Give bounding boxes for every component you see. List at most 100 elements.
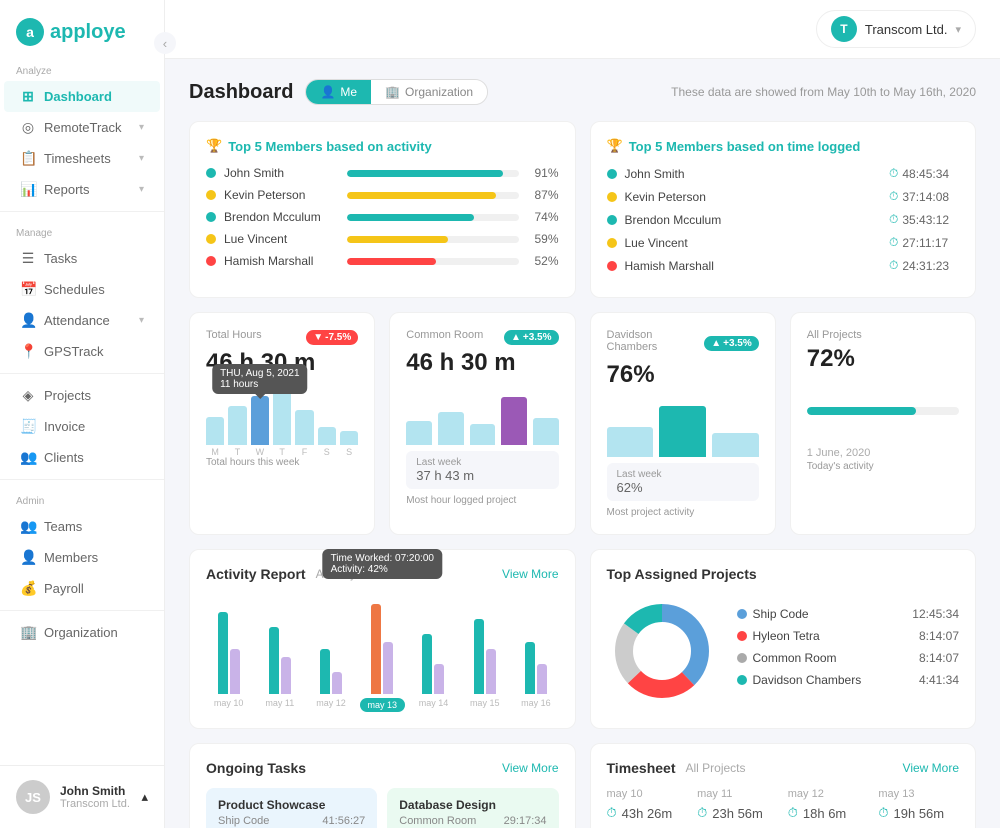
sidebar-item-attendance[interactable]: 👤 Attendance ▾ — [4, 305, 160, 336]
activity-member-row: Kevin Peterson 87% — [206, 188, 559, 202]
timesheet-view-more[interactable]: View More — [903, 761, 959, 775]
sidebar-item-projects[interactable]: ◈ Projects — [4, 380, 160, 411]
sidebar-item-tasks[interactable]: ☰ Tasks — [4, 243, 160, 274]
timesheet-cell: may 10 ⏱ 43h 26m — [607, 788, 688, 821]
member-bar-track — [347, 170, 519, 177]
davidson-sublabel-top: Last week — [617, 469, 749, 480]
ts-date: may 11 — [697, 788, 778, 800]
tasks-view-more[interactable]: View More — [502, 761, 558, 775]
member-bar-fill — [347, 192, 497, 199]
sidebar-item-schedules[interactable]: 📅 Schedules — [4, 274, 160, 305]
purple-bar — [281, 657, 291, 695]
dashboard-icon: ⊞ — [20, 88, 36, 105]
tab-me[interactable]: 👤 Me — [306, 80, 371, 104]
sidebar-item-members[interactable]: 👤 Members — [4, 542, 160, 573]
member-dot — [206, 190, 216, 200]
sidebar-label-dashboard: Dashboard — [44, 89, 112, 104]
bar-pair — [462, 594, 507, 694]
all-projects-date: 1 June, 2020 — [807, 447, 959, 459]
task-time: 41:56:27 — [322, 815, 365, 827]
all-projects-value: 72% — [807, 345, 959, 373]
clients-icon: 👥 — [20, 449, 36, 466]
legend-time: 8:14:07 — [919, 629, 959, 643]
timesheet-header: Timesheet All Projects View More — [607, 760, 960, 776]
user-profile[interactable]: JS John Smith Transcom Ltd. ▴ — [0, 765, 164, 828]
ts-time: ⏱ 23h 56m — [697, 805, 778, 821]
sidebar-item-gpstrack[interactable]: 📍 GPSTrack — [4, 336, 160, 367]
bottom-row: Ongoing Tasks View More Product Showcase… — [189, 743, 976, 828]
sidebar-item-reports[interactable]: 📊 Reports ▾ — [4, 174, 160, 205]
legend-dot — [737, 675, 747, 685]
ts-time: ⏱ 43h 26m — [607, 805, 688, 821]
member-time: ⏱ 24:31:23 — [889, 258, 959, 273]
legend-dot — [737, 609, 747, 619]
purple-bar — [434, 664, 444, 694]
ongoing-tasks-card: Ongoing Tasks View More Product Showcase… — [189, 743, 576, 828]
chevron-reports-icon: ▾ — [139, 184, 144, 195]
sidebar-item-payroll[interactable]: 💰 Payroll — [4, 573, 160, 604]
task-time: 29:17:34 — [504, 815, 547, 827]
member-name: John Smith — [625, 167, 882, 181]
clock-icon: ⏱ — [788, 805, 798, 821]
time-member-row: Brendon Mcculum ⏱ 35:43:12 — [607, 212, 960, 227]
member-name: Lue Vincent — [625, 236, 882, 250]
activity-view-more[interactable]: View More — [502, 567, 558, 581]
view-tabs: 👤 Me 🏢 Organization — [305, 79, 488, 105]
chart-label: may 13 — [360, 698, 405, 712]
member-bar-track — [347, 192, 519, 199]
sidebar-item-remotetrack[interactable]: ◎ RemoteTrack ▾ — [4, 112, 160, 143]
bar-pair — [206, 594, 251, 694]
sidebar-item-teams[interactable]: 👥 Teams — [4, 511, 160, 542]
ongoing-tasks-header: Ongoing Tasks View More — [206, 760, 559, 776]
sidebar-label-clients: Clients — [44, 450, 84, 465]
topbar: T Transcom Ltd. ▾ — [165, 0, 1000, 59]
sidebar-label-tasks: Tasks — [44, 251, 77, 266]
member-name: Hamish Marshall — [224, 254, 339, 268]
activity-member-row: John Smith 91% — [206, 166, 559, 180]
task-grid: Product Showcase Ship Code 41:56:27 Data… — [206, 788, 559, 828]
timesheet-title: Timesheet — [607, 760, 676, 776]
activity-member-row: Lue Vincent 59% — [206, 232, 559, 246]
legend-name: Hyleon Tetra — [753, 629, 820, 643]
activity-chart-container: Time Worked: 07:20:00Activity: 42% may 1… — [206, 594, 559, 712]
activity-tooltip: Time Worked: 07:20:00Activity: 42% — [323, 549, 442, 579]
tab-organization[interactable]: 🏢 Organization — [371, 80, 487, 104]
ts-date: may 12 — [788, 788, 869, 800]
davidson-subvalue: 62% — [617, 480, 749, 495]
user-chevron-icon: ▴ — [141, 789, 148, 805]
sidebar-label-members: Members — [44, 550, 98, 565]
davidson-label: Davidson Chambers — [607, 329, 705, 353]
bar-pair — [411, 594, 456, 694]
sidebar-item-invoice[interactable]: 🧾 Invoice — [4, 411, 160, 442]
sidebar-label-timesheets: Timesheets — [44, 151, 111, 166]
member-pct: 87% — [527, 188, 559, 202]
payroll-icon: 💰 — [20, 580, 36, 597]
purple-bar — [486, 649, 496, 694]
legend-row: Common Room 8:14:07 — [737, 651, 960, 665]
sidebar-label-invoice: Invoice — [44, 419, 85, 434]
sidebar-item-timesheets[interactable]: 📋 Timesheets ▾ — [4, 143, 160, 174]
up-arrow-icon: ▲ — [511, 332, 521, 343]
schedules-icon: 📅 — [20, 281, 36, 298]
gpstrack-icon: 📍 — [20, 343, 36, 360]
common-room-subvalue: 37 h 43 m — [416, 468, 548, 483]
legend-dot — [737, 653, 747, 663]
task-project: Ship Code — [218, 815, 269, 827]
ts-date: may 10 — [607, 788, 688, 800]
clock-icon: ⏱ — [889, 212, 898, 227]
member-dot — [206, 256, 216, 266]
teal-bar — [269, 627, 279, 695]
company-name: Transcom Ltd. — [865, 22, 948, 37]
sidebar-collapse-button[interactable]: ‹ — [154, 32, 176, 54]
activity-member-row: Hamish Marshall 52% — [206, 254, 559, 268]
company-selector[interactable]: T Transcom Ltd. ▾ — [816, 10, 976, 48]
trophy-icon: 🏆 — [206, 138, 222, 154]
up-arrow2-icon: ▲ — [711, 338, 721, 349]
teal-bar — [320, 649, 330, 694]
hour-bar — [273, 385, 291, 445]
sidebar-item-organization[interactable]: 🏢 Organization — [4, 617, 160, 648]
sidebar-item-dashboard[interactable]: ⊞ Dashboard — [4, 81, 160, 112]
donut-chart-wrap: Ship Code 12:45:34 Hyleon Tetra 8:14:07 … — [607, 596, 960, 706]
common-room-sublabel-top: Last week — [416, 457, 548, 468]
sidebar-item-clients[interactable]: 👥 Clients — [4, 442, 160, 473]
